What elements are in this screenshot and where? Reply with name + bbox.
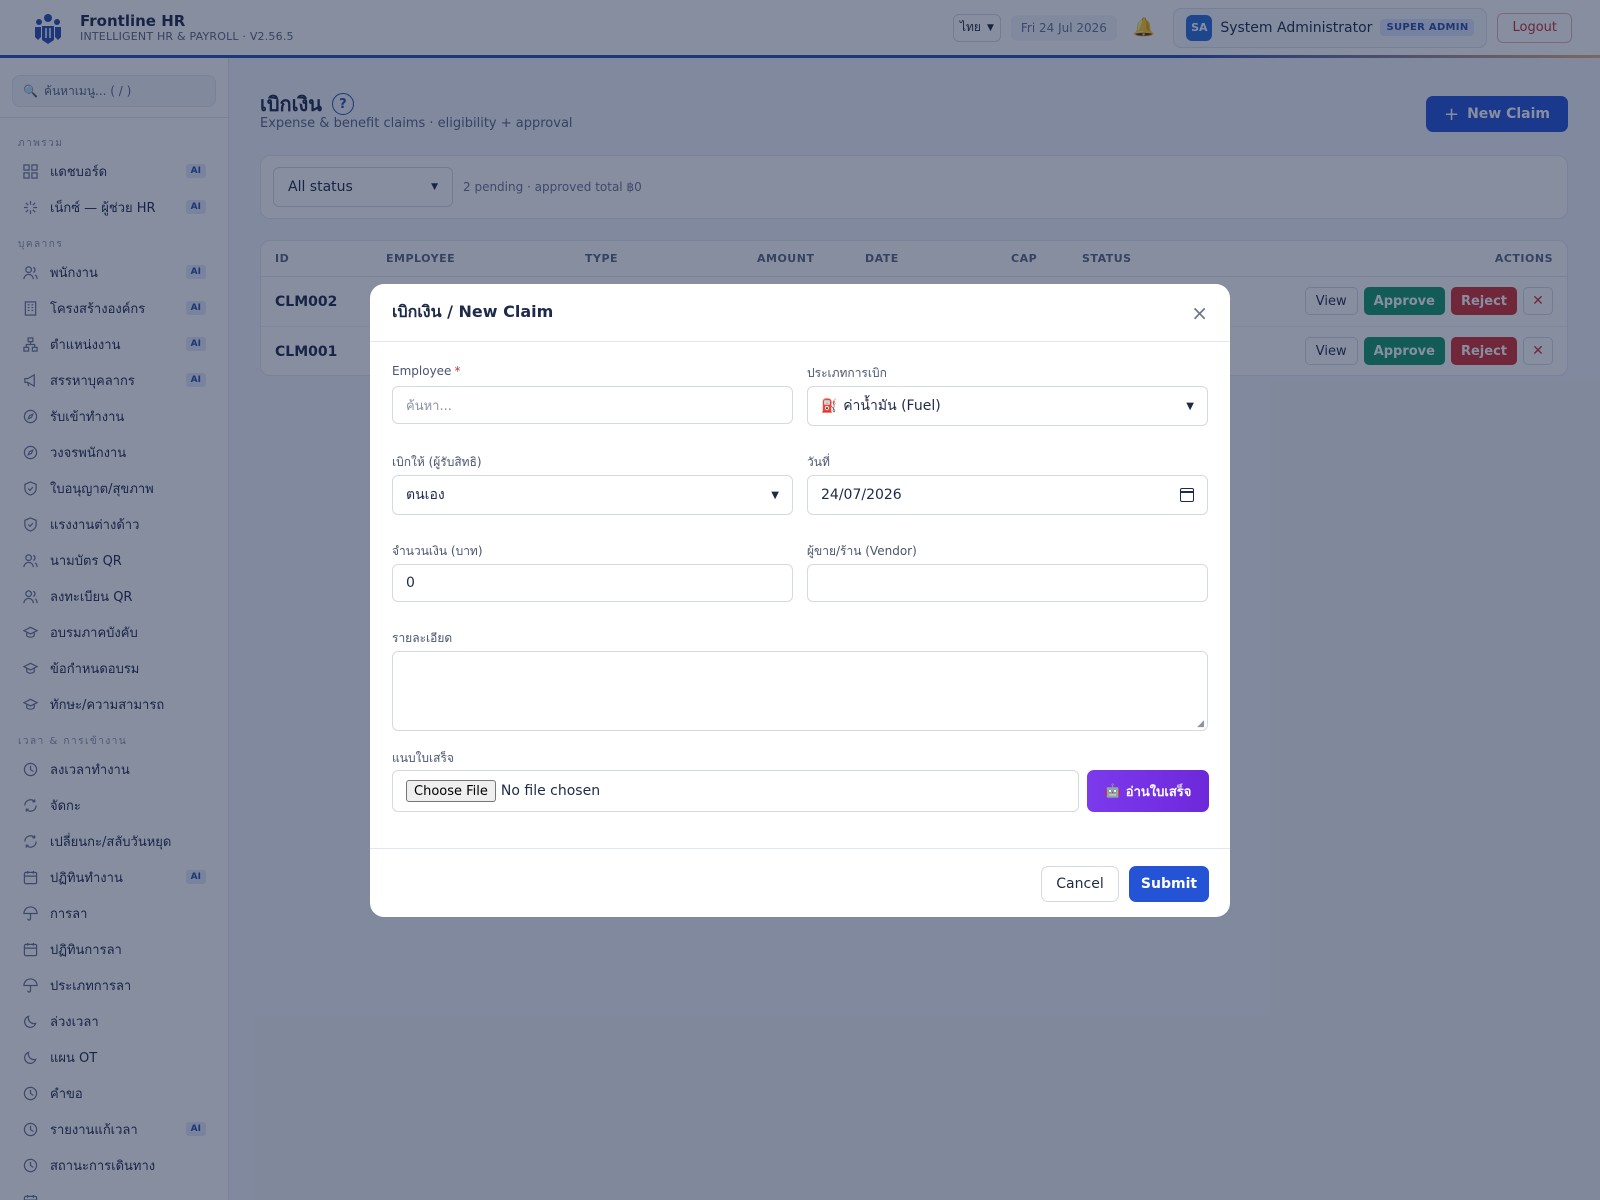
amount-value: 0: [406, 575, 415, 591]
receipt-label: แนบใบเสร็จ: [392, 751, 454, 765]
receipt-file-input[interactable]: Choose File No file chosen: [392, 770, 1079, 812]
vendor-label: ผู้ขาย/ร้าน (Vendor): [807, 544, 917, 558]
vendor-input[interactable]: [807, 564, 1208, 602]
detail-textarea[interactable]: ◢: [392, 651, 1208, 731]
calendar-icon[interactable]: [1180, 488, 1194, 502]
date-label: วันที่: [807, 455, 830, 469]
claim-type-value: ค่าน้ำมัน (Fuel): [843, 398, 941, 414]
modal-footer: Cancel Submit: [370, 848, 1230, 917]
employee-search-input[interactable]: ค้นหา...: [392, 386, 793, 424]
read-receipt-button[interactable]: 🤖 อ่านใบเสร็จ: [1087, 770, 1209, 812]
resize-handle-icon[interactable]: ◢: [1197, 719, 1204, 729]
detail-label: รายละเอียด: [392, 631, 453, 645]
modal-header: เบิกเงิน / New Claim ×: [370, 284, 1230, 342]
cancel-button[interactable]: Cancel: [1041, 866, 1119, 902]
fuel-pump-icon: ⛽: [821, 398, 838, 414]
claim-date-input[interactable]: 24/07/2026: [807, 475, 1208, 515]
claim-type-select[interactable]: ⛽ ค่าน้ำมัน (Fuel) ▼: [807, 386, 1208, 426]
beneficiary-label: เบิกให้ (ผู้รับสิทธิ): [392, 455, 482, 469]
amount-input[interactable]: 0: [392, 564, 793, 602]
submit-button[interactable]: Submit: [1129, 866, 1209, 902]
required-mark: *: [454, 364, 461, 378]
claim-date-value: 24/07/2026: [821, 487, 902, 503]
robot-icon: 🤖: [1104, 783, 1121, 799]
employee-placeholder: ค้นหา...: [406, 398, 452, 414]
claim-type-label: ประเภทการเบิก: [807, 366, 887, 380]
modal-title: เบิกเงิน / New Claim: [392, 302, 554, 321]
new-claim-modal: เบิกเงิน / New Claim × Employee * ค้นหา..…: [370, 284, 1230, 917]
employee-label: Employee *: [392, 364, 460, 378]
chevron-down-icon: ▼: [771, 489, 779, 501]
choose-file-button[interactable]: Choose File: [406, 780, 496, 802]
beneficiary-select[interactable]: ตนเอง ▼: [392, 475, 793, 515]
amount-label: จำนวนเงิน (บาท): [392, 544, 483, 558]
no-file-text: No file chosen: [500, 783, 601, 799]
beneficiary-value: ตนเอง: [406, 487, 445, 503]
close-icon[interactable]: ×: [1191, 301, 1208, 325]
read-receipt-label: อ่านใบเสร็จ: [1125, 784, 1192, 800]
chevron-down-icon: ▼: [1186, 400, 1194, 412]
employee-label-text: Employee: [392, 364, 452, 378]
